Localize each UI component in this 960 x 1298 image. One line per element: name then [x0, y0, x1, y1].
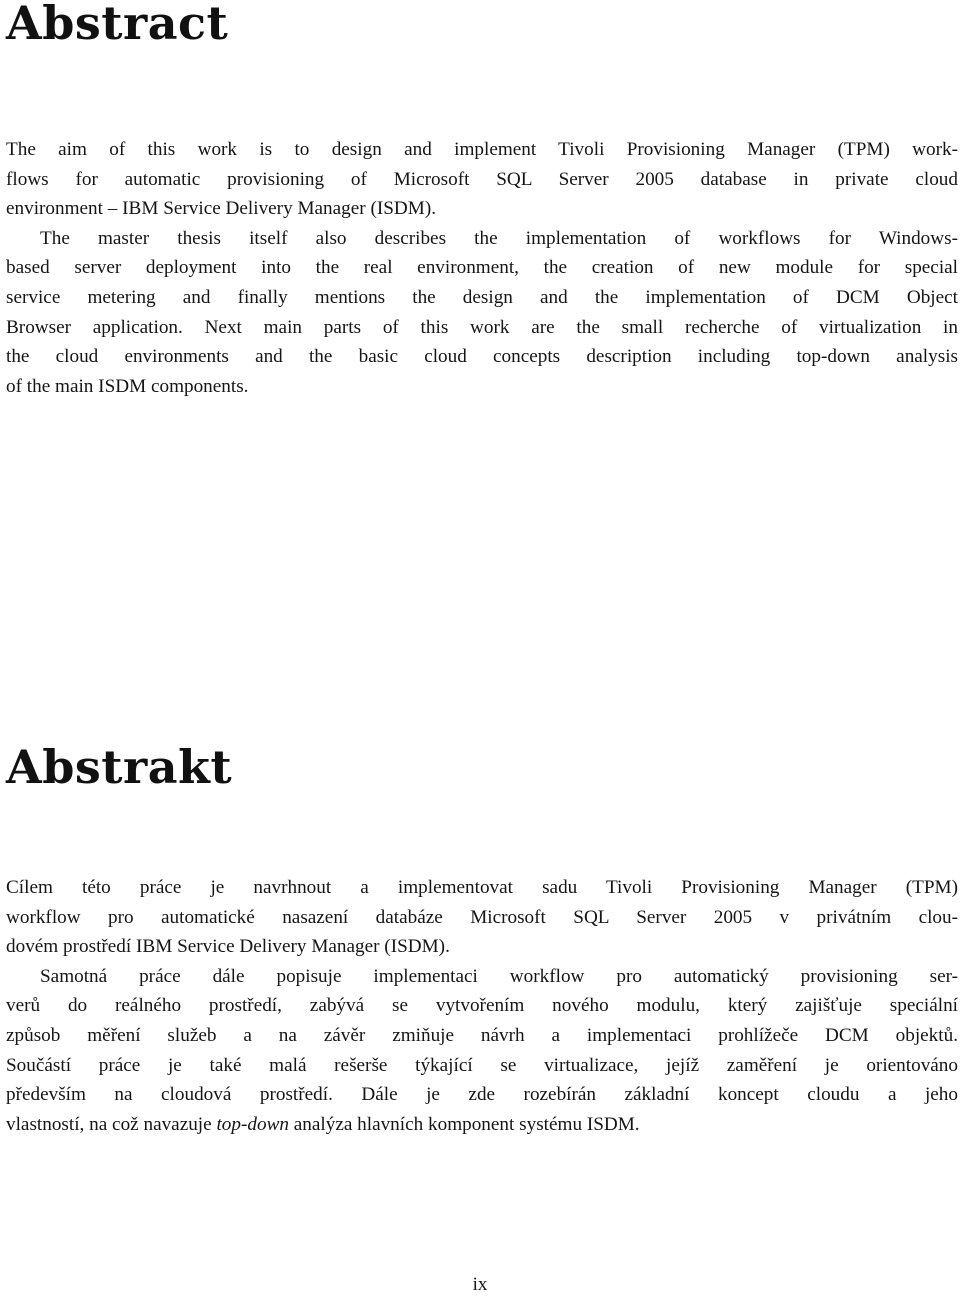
abstract-paragraph: The aim of this work is to design and im… — [6, 135, 958, 224]
text-line: Browser application. Next main parts of … — [6, 316, 958, 338]
abstract-english-body: The aim of this work is to design and im… — [6, 135, 958, 401]
text-line: verů do reálného prostředí, zabývá se vy… — [6, 995, 958, 1017]
text-line: based server deployment into the real en… — [6, 257, 958, 279]
abstrakt-paragraph: Samotná práce dále popisuje implementaci… — [6, 962, 958, 1140]
text-line-with-emphasis: vlastností, na což navazuje top-down ana… — [6, 1110, 958, 1140]
abstract-paragraph: The master thesis itself also describes … — [6, 224, 958, 402]
abstract-czech-body: Cílem této práce je navrhnout a implemen… — [6, 873, 958, 1139]
text-line: The master thesis itself also describes … — [40, 227, 958, 249]
text-line: The aim of this work is to design and im… — [6, 139, 958, 160]
emphasized-term: top-down — [216, 1113, 289, 1135]
abstrakt-paragraph: Cílem této práce je navrhnout a implemen… — [6, 873, 958, 962]
text-line: the cloud environments and the basic clo… — [6, 346, 958, 368]
text-line: of the main ISDM components. — [6, 375, 249, 397]
abstract-heading: Abstract — [6, 0, 229, 50]
text-line: flows for automatic provisioning of Micr… — [6, 168, 958, 190]
text-line: Samotná práce dále popisuje implementaci… — [40, 965, 958, 987]
text-run: analýza hlavních komponent systému ISDM. — [288, 1113, 640, 1135]
text-line: service metering and finally mentions th… — [6, 286, 958, 308]
text-line: způsob měření služeb a na závěr zmiňuje … — [6, 1024, 958, 1046]
text-line: environment – IBM Service Delivery Manag… — [6, 198, 437, 220]
text-line: dovém prostředí IBM Service Delivery Man… — [6, 936, 450, 958]
abstrakt-heading: Abstrakt — [6, 740, 233, 794]
text-run: vlastností, na což navazuje — [6, 1113, 217, 1135]
text-line: především na cloudová prostředí. Dále je… — [6, 1084, 958, 1106]
text-line: workflow pro automatické nasazení databá… — [6, 906, 958, 928]
text-line: Součástí práce je také malá rešerše týka… — [6, 1054, 958, 1076]
text-line: Cílem této práce je navrhnout a implemen… — [6, 877, 958, 898]
page-number: ix — [472, 1274, 488, 1295]
